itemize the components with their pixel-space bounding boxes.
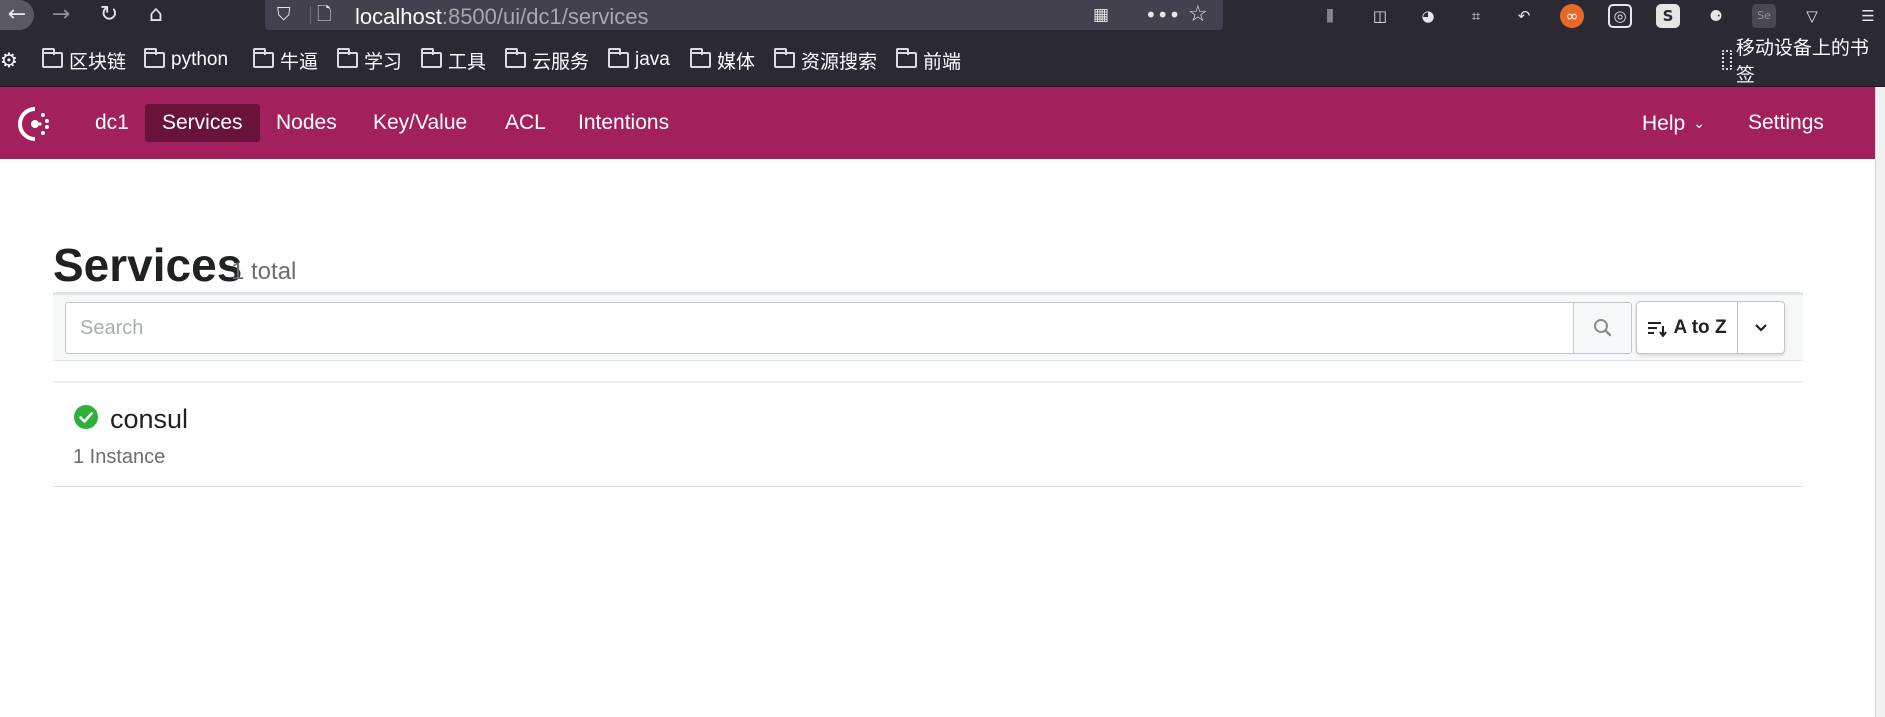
- nav-key-value[interactable]: Key/Value: [356, 104, 484, 142]
- menu-icon[interactable]: ☰: [1856, 4, 1880, 28]
- bookmark-folder[interactable]: 学习: [337, 48, 403, 73]
- infinity-extension-icon[interactable]: ∞: [1560, 4, 1584, 28]
- nav-help[interactable]: Help ⌄: [1625, 104, 1722, 142]
- nav-help-label: Help: [1642, 112, 1686, 135]
- search-icon: [1594, 319, 1612, 337]
- chevron-down-icon: ⌄: [1693, 115, 1705, 131]
- consul-logo-icon[interactable]: [16, 105, 54, 143]
- folder-icon: [421, 48, 442, 68]
- crop-icon[interactable]: ⌗: [1464, 4, 1488, 28]
- folder-icon: [253, 48, 274, 68]
- undo-icon[interactable]: ↶: [1512, 4, 1536, 28]
- sort-toggle[interactable]: [1738, 302, 1784, 353]
- qr-code-icon[interactable]: ▦: [1093, 0, 1109, 30]
- bookmark-folder[interactable]: 区块链: [42, 48, 127, 73]
- gear-icon[interactable]: ⚙: [0, 48, 18, 72]
- folder-icon: [505, 48, 526, 68]
- page-scrollbar[interactable]: [1875, 87, 1885, 717]
- vue-extension-icon[interactable]: ▽: [1800, 4, 1824, 28]
- list-item[interactable]: consul 1 Instance: [53, 383, 1803, 487]
- folder-icon: [608, 48, 629, 68]
- bookmark-star-icon[interactable]: ☆: [1188, 0, 1208, 30]
- search-button[interactable]: [1573, 303, 1631, 353]
- home-icon[interactable]: ⌂: [141, 0, 171, 30]
- bookmark-folder[interactable]: 云服务: [505, 48, 590, 73]
- bookmark-label: 媒体: [717, 51, 756, 73]
- nav-intentions[interactable]: Intentions: [561, 104, 686, 142]
- folder-icon: [690, 48, 711, 68]
- address-bar[interactable]: ⛉ 🗋 localhost:8500/ui/dc1/services ▦ •••…: [265, 0, 1223, 30]
- library-icon[interactable]: ⫼: [1318, 4, 1342, 28]
- browser-toolbar: ← → ↻ ⌂ ⛉ 🗋 localhost:8500/ui/dc1/servic…: [0, 0, 1885, 32]
- services-count: 1 total: [231, 258, 297, 285]
- datacenter-selector[interactable]: dc1: [78, 104, 146, 142]
- mobile-device-icon: [1722, 50, 1732, 70]
- url-text[interactable]: localhost:8500/ui/dc1/services: [355, 4, 649, 30]
- url-host: localhost: [355, 4, 442, 29]
- back-arrow-icon[interactable]: ←: [0, 0, 34, 30]
- search-input[interactable]: [66, 303, 1554, 353]
- service-name[interactable]: consul: [110, 404, 188, 435]
- mobile-bookmarks[interactable]: 移动设备上的书签: [1722, 38, 1885, 86]
- url-path: :8500/ui/dc1/services: [441, 4, 649, 29]
- bookmark-label: java: [635, 49, 670, 70]
- chevron-down-icon: [1755, 323, 1767, 332]
- shield-icon[interactable]: ⛉: [277, 0, 291, 30]
- glasses-extension-icon[interactable]: ◎: [1608, 4, 1632, 28]
- bookmark-folder[interactable]: 资源搜索: [774, 48, 878, 73]
- instance-count: 1 Instance: [73, 446, 166, 468]
- folder-icon: [896, 48, 917, 68]
- folder-icon: [774, 48, 795, 68]
- nav-nodes[interactable]: Nodes: [259, 104, 354, 142]
- sort-button[interactable]: A to Z: [1637, 302, 1738, 353]
- bookmark-label: 前端: [923, 51, 962, 73]
- folder-icon: [42, 48, 63, 68]
- bookmark-folder[interactable]: python: [144, 48, 228, 72]
- page-actions-icon[interactable]: •••: [1145, 0, 1180, 30]
- search-box: [65, 302, 1632, 354]
- sort-dropdown: A to Z: [1636, 301, 1785, 354]
- bookmark-folder[interactable]: java: [608, 48, 670, 72]
- selenium-extension-icon[interactable]: Se: [1752, 4, 1776, 28]
- bookmark-folder[interactable]: 前端: [896, 48, 962, 73]
- bookmark-folder[interactable]: 工具: [421, 48, 487, 73]
- url-separator: [310, 6, 311, 24]
- nav-settings[interactable]: Settings: [1731, 104, 1841, 142]
- bookmark-label: 资源搜索: [801, 51, 878, 73]
- bubbles-extension-icon[interactable]: ⚈: [1704, 4, 1728, 28]
- bookmark-label: python: [171, 49, 229, 70]
- folder-icon: [144, 48, 165, 68]
- folder-icon: [337, 48, 358, 68]
- s-extension-icon[interactable]: S: [1656, 4, 1680, 28]
- bookmark-folder[interactable]: 牛逼: [253, 48, 319, 73]
- bookmarks-bar: ⚙ 区块链 python 牛逼 学习 工具 云服务 java 媒体 资源搜索 前…: [0, 32, 1885, 87]
- page-icon[interactable]: 🗋: [317, 0, 331, 30]
- bookmark-label: 移动设备上的书签: [1735, 38, 1869, 86]
- sidebar-icon[interactable]: ◫: [1368, 4, 1392, 28]
- sort-icon: [1648, 321, 1668, 337]
- bookmark-folder[interactable]: 媒体: [690, 48, 756, 73]
- bookmark-label: 云服务: [532, 51, 590, 73]
- main-nav: dc1 Services Nodes Key/Value ACL Intenti…: [0, 87, 1875, 159]
- bookmark-label: 牛逼: [280, 51, 319, 73]
- forward-arrow-icon[interactable]: →: [46, 0, 76, 30]
- page-title: Services: [53, 239, 243, 291]
- bookmark-label: 区块链: [69, 51, 127, 73]
- nav-services[interactable]: Services: [145, 104, 260, 142]
- bookmark-label: 学习: [364, 51, 403, 73]
- bookmark-label: 工具: [448, 51, 487, 73]
- nav-acl[interactable]: ACL: [488, 104, 563, 142]
- sort-label: A to Z: [1673, 316, 1727, 338]
- check-circle-icon: [74, 405, 98, 429]
- filter-bar: A to Z: [53, 295, 1803, 361]
- globe-extension-icon[interactable]: ◕: [1416, 4, 1440, 28]
- reload-icon[interactable]: ↻: [94, 0, 124, 30]
